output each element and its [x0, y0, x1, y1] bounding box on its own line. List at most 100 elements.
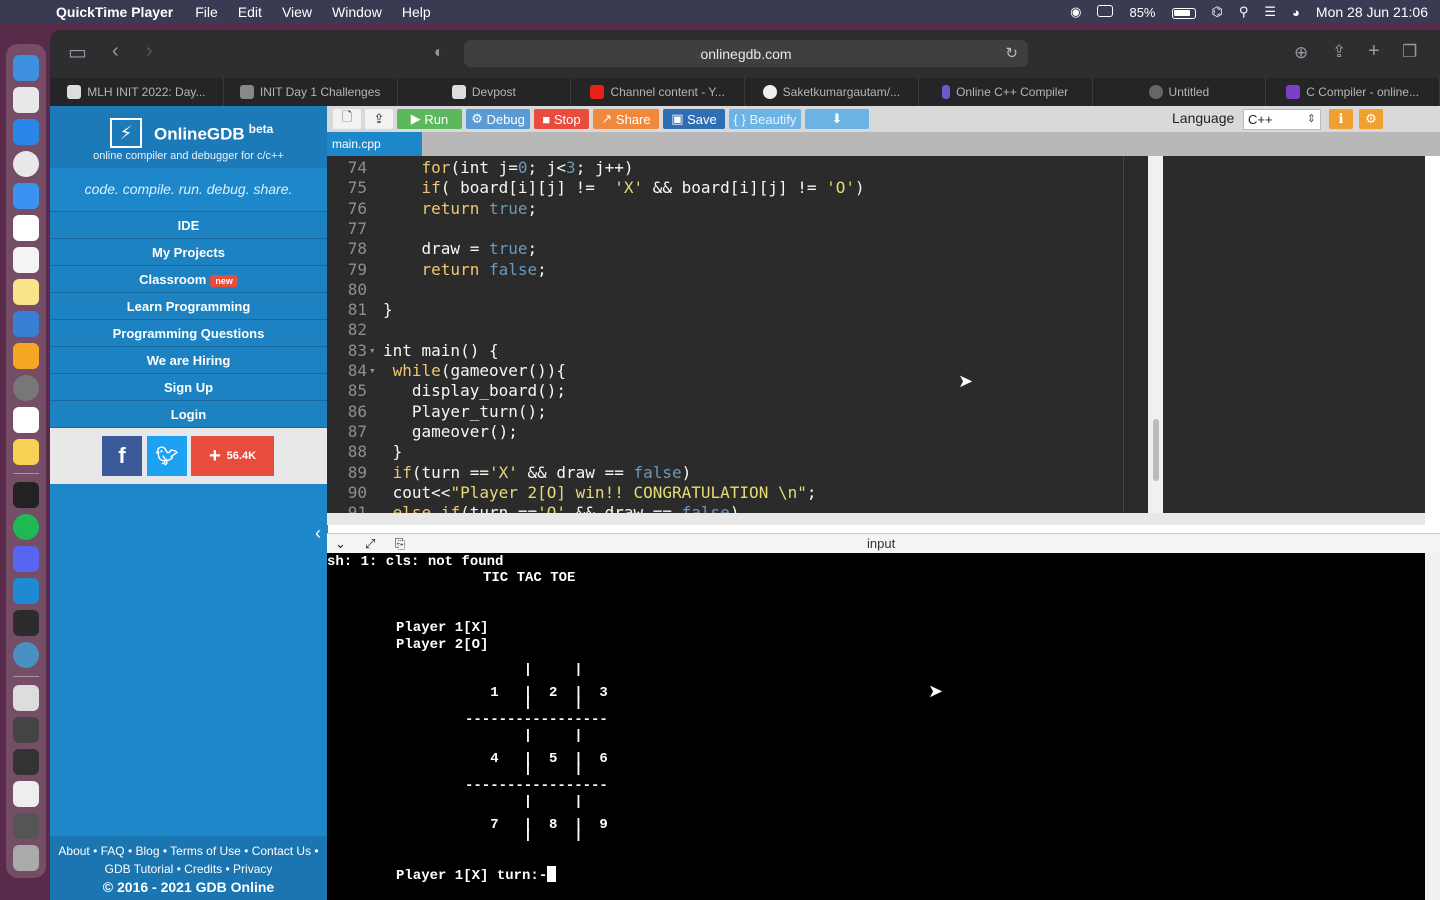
logo-area[interactable]: ⚡ OnlineGDB beta online compiler and debu… — [50, 106, 327, 168]
nav-login[interactable]: Login — [50, 401, 327, 428]
editor-vertical-scrollbar[interactable] — [1148, 156, 1163, 513]
tab-untitled[interactable]: Untitled — [1093, 78, 1267, 106]
twitter-share-button[interactable]: 🐦︎ — [147, 436, 187, 476]
expand-icon[interactable]: ⤢ — [365, 536, 375, 552]
back-icon[interactable]: ‹ — [112, 40, 119, 63]
reminders-icon[interactable] — [13, 247, 39, 273]
footer-links-2[interactable]: GDB Tutorial • Credits • Privacy — [50, 862, 327, 876]
fold-arrow-icon[interactable]: ▾ — [369, 341, 376, 361]
run-button[interactable]: ▶ Run — [397, 109, 462, 129]
tab-init-challenges[interactable]: INIT Day 1 Challenges — [224, 78, 398, 106]
spotify-icon[interactable] — [13, 514, 39, 540]
reload-icon[interactable]: ↻ — [1005, 44, 1018, 62]
forward-icon[interactable]: › — [146, 40, 153, 63]
tab-youtube[interactable]: Channel content - Y... — [571, 78, 745, 106]
nav-my-projects[interactable]: My Projects — [50, 239, 327, 266]
address-bar[interactable]: onlinegdb.com ↻ — [464, 40, 1028, 67]
minimized-window-1-icon[interactable] — [13, 717, 39, 743]
info-button[interactable]: ℹ — [1329, 109, 1353, 129]
minimized-window-4-icon[interactable] — [13, 813, 39, 839]
menu-view[interactable]: View — [282, 4, 312, 20]
menu-window[interactable]: Window — [332, 4, 382, 20]
tab-online-cpp[interactable]: Online C++ Compiler — [919, 78, 1093, 106]
stickies-icon[interactable] — [13, 439, 39, 465]
keynote-icon[interactable] — [13, 311, 39, 337]
discord-icon[interactable] — [13, 546, 39, 572]
debug-button[interactable]: ⚙ Debug — [466, 109, 530, 129]
new-file-button[interactable]: 🗋 — [333, 109, 361, 129]
control-center-icon[interactable]: ☰ — [1264, 4, 1276, 20]
share-count-button[interactable]: +56.4K — [191, 436, 274, 476]
file-tab-main[interactable]: main.cpp — [327, 132, 422, 156]
system-preferences-icon[interactable] — [13, 375, 39, 401]
quicktime-icon[interactable] — [13, 642, 39, 668]
download-button[interactable]: ⬇ — [805, 109, 869, 129]
settings-button[interactable]: ⚙ — [1359, 109, 1383, 129]
editor-scroll-thumb[interactable] — [1153, 419, 1159, 481]
nav-hiring[interactable]: We are Hiring — [50, 347, 327, 374]
menu-file[interactable]: File — [195, 4, 218, 20]
trash-icon[interactable] — [13, 845, 39, 871]
launchpad-icon[interactable] — [13, 87, 39, 113]
app-menu[interactable]: QuickTime Player — [56, 4, 173, 20]
downloads-icon[interactable]: ⊕ — [1294, 43, 1308, 63]
share-button[interactable]: ↗ Share — [593, 109, 659, 129]
nav-programming-questions[interactable]: Programming Questions — [50, 320, 327, 347]
copy-icon[interactable]: ⎘ — [395, 536, 405, 552]
vscode-icon[interactable] — [13, 578, 39, 604]
menubar-clock[interactable]: Mon 28 Jun 21:06 — [1316, 4, 1428, 20]
pages-icon[interactable] — [13, 343, 39, 369]
nav-sign-up[interactable]: Sign Up — [50, 374, 327, 401]
safari-icon[interactable] — [13, 119, 39, 145]
mail-icon[interactable] — [13, 183, 39, 209]
code-editor[interactable]: 74 for(int j=0; j<3; j++) 75 if( board[i]… — [327, 156, 1425, 513]
figma-icon[interactable] — [13, 610, 39, 636]
minimized-window-3-icon[interactable] — [13, 781, 39, 807]
beautify-button[interactable]: { } Beautify — [729, 109, 801, 129]
stop-button[interactable]: ■ Stop — [534, 109, 589, 129]
prompt-text: Player 1[X] turn:- — [396, 868, 548, 884]
chevron-down-icon[interactable]: ⌄ — [335, 536, 346, 552]
line-number: 91 — [347, 503, 367, 513]
battery-icon[interactable] — [1171, 5, 1196, 20]
menu-edit[interactable]: Edit — [238, 4, 262, 20]
spotlight-search-icon[interactable]: ⚲ — [1239, 4, 1249, 20]
console-output[interactable]: sh: 1: cls: not found TIC TAC TOE Player… — [327, 553, 1425, 900]
siri-icon[interactable]: ◕ — [1292, 5, 1300, 20]
programiz-favicon-icon — [942, 85, 951, 99]
nav-ide[interactable]: IDE — [50, 212, 327, 239]
nav-classroom[interactable]: Classroom new — [50, 266, 327, 293]
nav-learn-programming[interactable]: Learn Programming — [50, 293, 327, 320]
minimized-window-2-icon[interactable] — [13, 749, 39, 775]
airplay-icon[interactable]: ⌬ — [1212, 4, 1223, 20]
tab-mlh[interactable]: MLH INIT 2022: Day... — [50, 78, 224, 106]
collapse-sidebar-chevron-icon[interactable]: ‹ — [308, 504, 328, 562]
fold-arrow-icon[interactable]: ▾ — [369, 361, 376, 381]
sidebar-toggle-icon[interactable]: ▭ — [68, 40, 87, 65]
tab-github[interactable]: Saketkumargautam/... — [745, 78, 919, 106]
console-scrollbar[interactable] — [1425, 553, 1440, 900]
save-button[interactable]: ▣ Save — [663, 109, 725, 129]
tab-devpost[interactable]: Devpost — [398, 78, 572, 106]
screen-record-icon[interactable]: ◉ — [1070, 4, 1081, 20]
calendar-icon[interactable] — [13, 215, 39, 241]
terminal-icon[interactable] — [13, 482, 39, 508]
footer-links-1[interactable]: About • FAQ • Blog • Terms of Use • Cont… — [50, 844, 327, 858]
menu-help[interactable]: Help — [402, 4, 431, 20]
language-select[interactable]: C++ — [1243, 109, 1321, 130]
new-tab-icon[interactable]: + — [1368, 40, 1380, 63]
facebook-share-button[interactable]: f — [102, 436, 142, 476]
notes-icon[interactable] — [13, 279, 39, 305]
new-badge: new — [210, 275, 238, 287]
notion-icon[interactable] — [13, 407, 39, 433]
upload-button[interactable]: ⇪ — [365, 109, 393, 129]
editor-horizontal-scrollbar[interactable] — [327, 513, 1425, 525]
preview-icon[interactable] — [13, 685, 39, 711]
tab-overview-icon[interactable]: ❐ — [1402, 42, 1417, 62]
caption-icon[interactable] — [1097, 4, 1114, 20]
tab-c-compiler[interactable]: C Compiler - online... — [1266, 78, 1440, 106]
privacy-shield-icon[interactable]: ◐ — [434, 44, 444, 62]
chrome-icon[interactable] — [13, 151, 39, 177]
finder-icon[interactable] — [13, 55, 39, 81]
share-icon[interactable]: ⇪ — [1332, 42, 1346, 62]
